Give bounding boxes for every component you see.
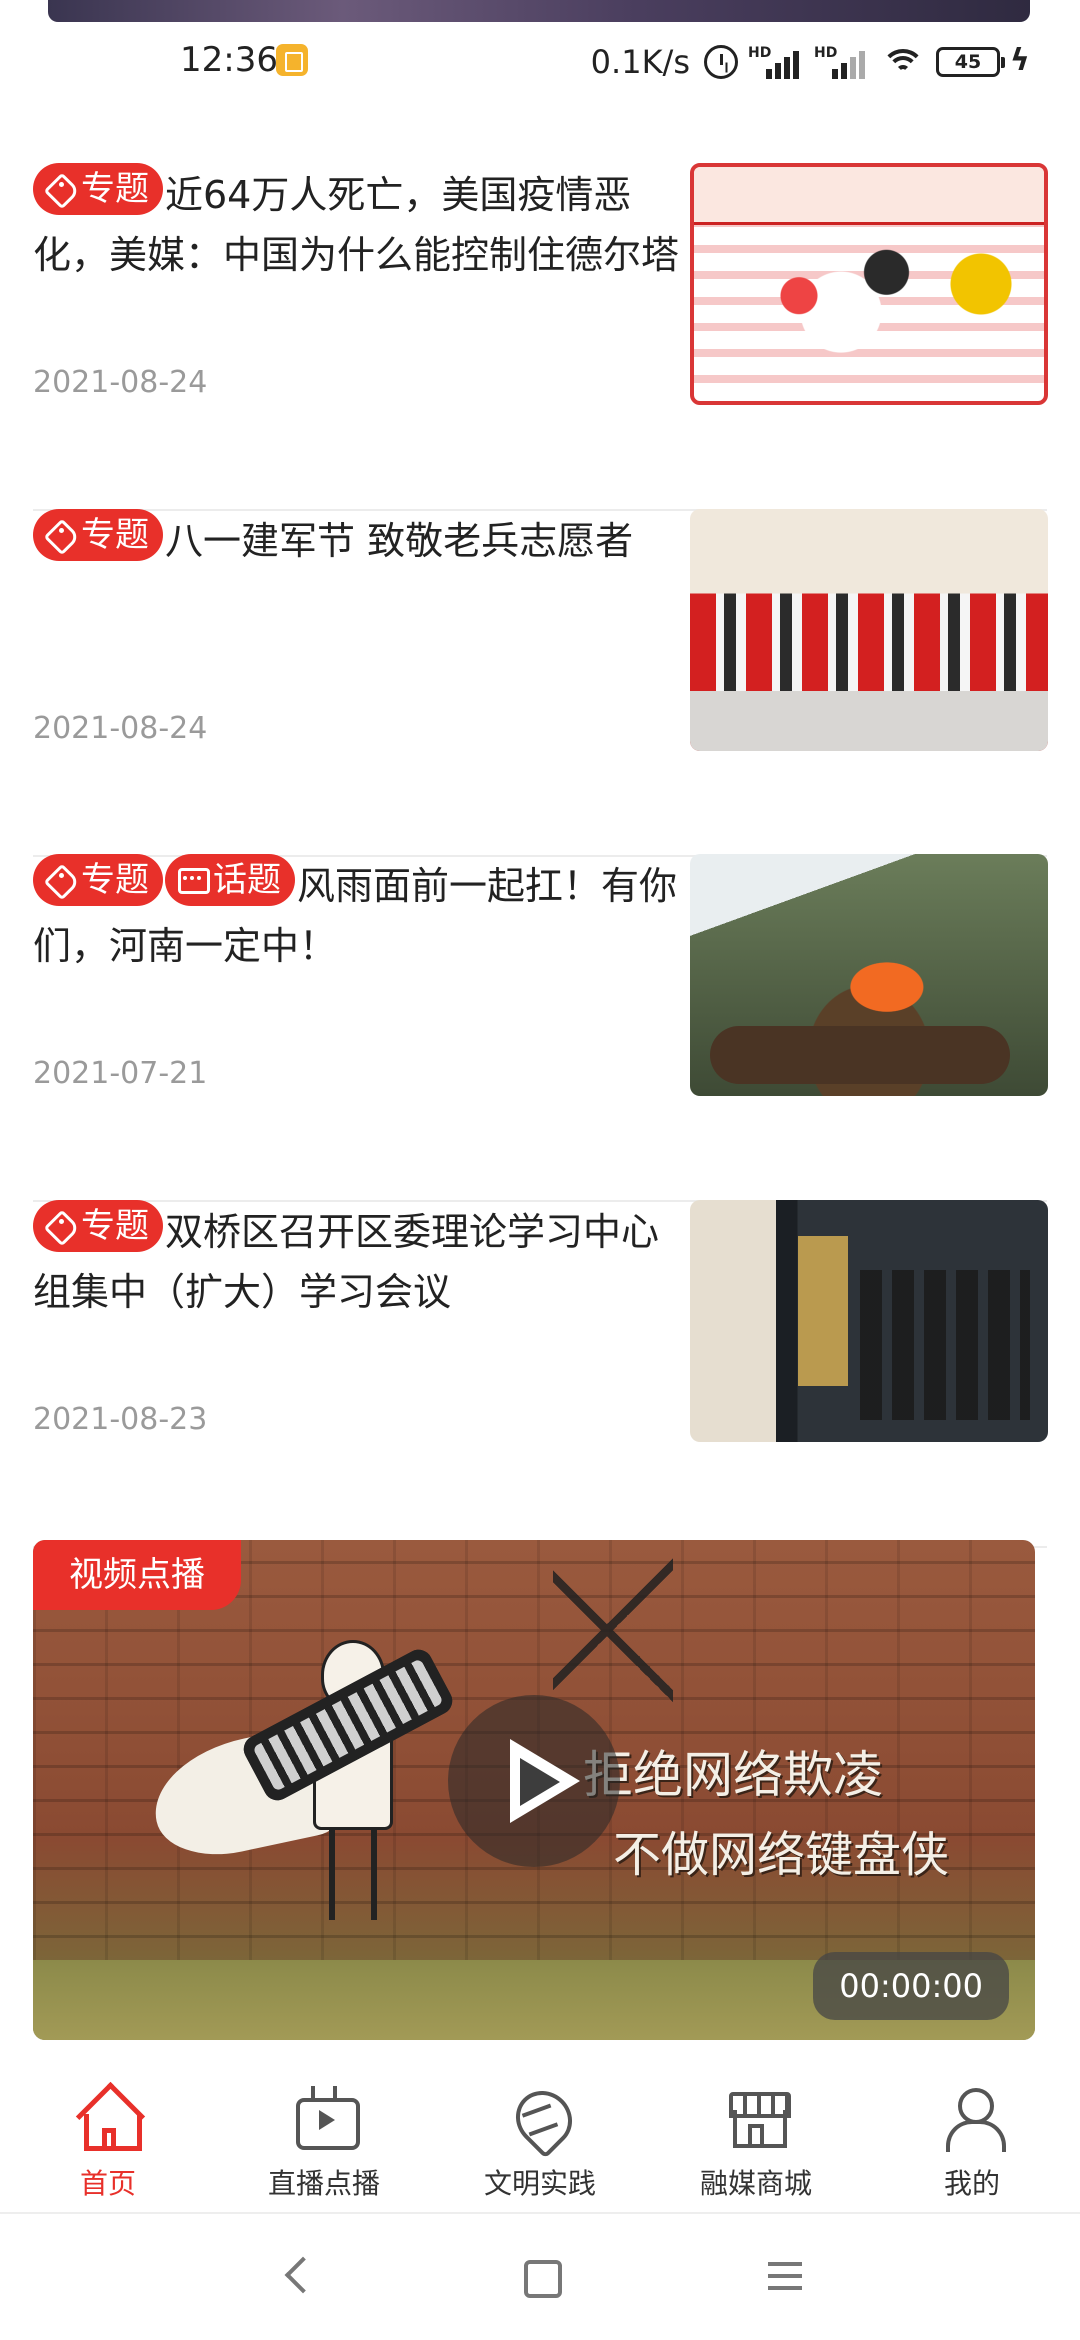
chat-icon (177, 865, 210, 895)
heart-hands-icon (507, 2084, 573, 2150)
home-icon (75, 2084, 142, 2151)
news-date: 2021-07-21 (33, 1056, 208, 1091)
tab-media-mall[interactable]: 融媒商城 (666, 2084, 846, 2204)
app-notification-icon (276, 44, 308, 76)
shop-icon (723, 2084, 791, 2150)
news-date: 2021-08-24 (33, 365, 208, 400)
news-thumbnail (690, 1200, 1048, 1442)
discussion-badge: 话题 (165, 854, 295, 906)
news-thumbnail (690, 509, 1048, 751)
alarm-icon (704, 45, 738, 79)
status-time: 12:36 (180, 40, 278, 80)
tab-label: 直播点播 (267, 2167, 380, 2200)
tag-icon (45, 174, 75, 204)
system-navigation-bar (0, 2216, 1080, 2340)
wifi-icon (880, 45, 926, 79)
tab-home[interactable]: 首页 (18, 2084, 198, 2204)
tab-label: 融媒商城 (699, 2167, 812, 2200)
tab-label: 我的 (943, 2167, 1000, 2200)
status-bar: 12:36 0.1K/s HD HD 45 (0, 30, 1080, 94)
graffiti-text-line1: 拒绝网络欺凌 (583, 1746, 883, 1804)
news-thumbnail (690, 854, 1048, 1096)
back-icon[interactable] (276, 2254, 320, 2298)
tab-label: 首页 (79, 2167, 136, 2200)
news-item[interactable]: 专题 话题 风雨面前一起扛！有你们，河南一定中！ 2021-07-21 (33, 854, 1048, 1202)
graffiti-text-line2: 不做网络键盘侠 (613, 1827, 950, 1883)
tab-label: 文明实践 (483, 2167, 596, 2200)
news-title: 专题 八一建军节 致敬老兵志愿者 (33, 509, 683, 571)
topic-badge: 专题 (33, 1200, 163, 1252)
tab-civilization-practice[interactable]: 文明实践 (450, 2084, 630, 2204)
signal-icon: HD (748, 45, 804, 79)
status-indicators: 0.1K/s HD HD 45 (590, 40, 1030, 84)
news-item[interactable]: 专题 双桥区召开区委理论学习中心组集中（扩大）学习会议 2021-08-23 (33, 1200, 1048, 1548)
battery-icon: 45 (936, 47, 1005, 77)
play-button[interactable] (448, 1695, 620, 1867)
bottom-tab-bar: 首页 直播点播 文明实践 融媒商城 我的 (0, 2066, 1080, 2214)
tag-icon (45, 865, 75, 895)
tv-icon (291, 2084, 360, 2150)
charging-icon (1010, 43, 1030, 78)
tag-icon (45, 520, 75, 550)
topic-badge: 专题 (33, 854, 163, 906)
home-button-icon[interactable] (518, 2254, 562, 2298)
tab-mine[interactable]: 我的 (882, 2084, 1062, 2204)
news-thumbnail (690, 163, 1048, 405)
video-duration: 00:00:00 (813, 1952, 1009, 2020)
topic-badge: 专题 (33, 509, 163, 561)
user-icon (939, 2084, 1006, 2152)
tab-live-vod[interactable]: 直播点播 (234, 2084, 414, 2204)
tower-graphic (553, 1540, 673, 1720)
video-card[interactable]: 拒绝网络欺凌 不做网络键盘侠 视频点播 00:00:00 (33, 1540, 1035, 2040)
battery-level: 45 (954, 51, 982, 73)
tag-icon (45, 1211, 75, 1241)
previous-item-image-edge (48, 0, 1030, 22)
signal-icon: HD (814, 45, 870, 79)
news-title: 专题 话题 风雨面前一起扛！有你们，河南一定中！ (33, 854, 683, 976)
news-title: 专题 近64万人死亡，美国疫情恶化，美媒：中国为什么能控制住德尔塔 (33, 163, 683, 285)
recent-apps-icon[interactable] (764, 2254, 808, 2298)
news-title-text: 八一建军节 致敬老兵志愿者 (165, 519, 634, 563)
video-on-demand-tag: 视频点播 (33, 1540, 241, 1610)
news-title: 专题 双桥区召开区委理论学习中心组集中（扩大）学习会议 (33, 1200, 683, 1322)
news-item[interactable]: 专题 近64万人死亡，美国疫情恶化，美媒：中国为什么能控制住德尔塔 2021-08… (33, 163, 1048, 511)
news-item[interactable]: 专题 八一建军节 致敬老兵志愿者 2021-08-24 (33, 509, 1048, 857)
news-date: 2021-08-23 (33, 1402, 208, 1437)
network-speed: 0.1K/s (590, 43, 690, 81)
news-date: 2021-08-24 (33, 711, 208, 746)
topic-badge: 专题 (33, 163, 163, 215)
